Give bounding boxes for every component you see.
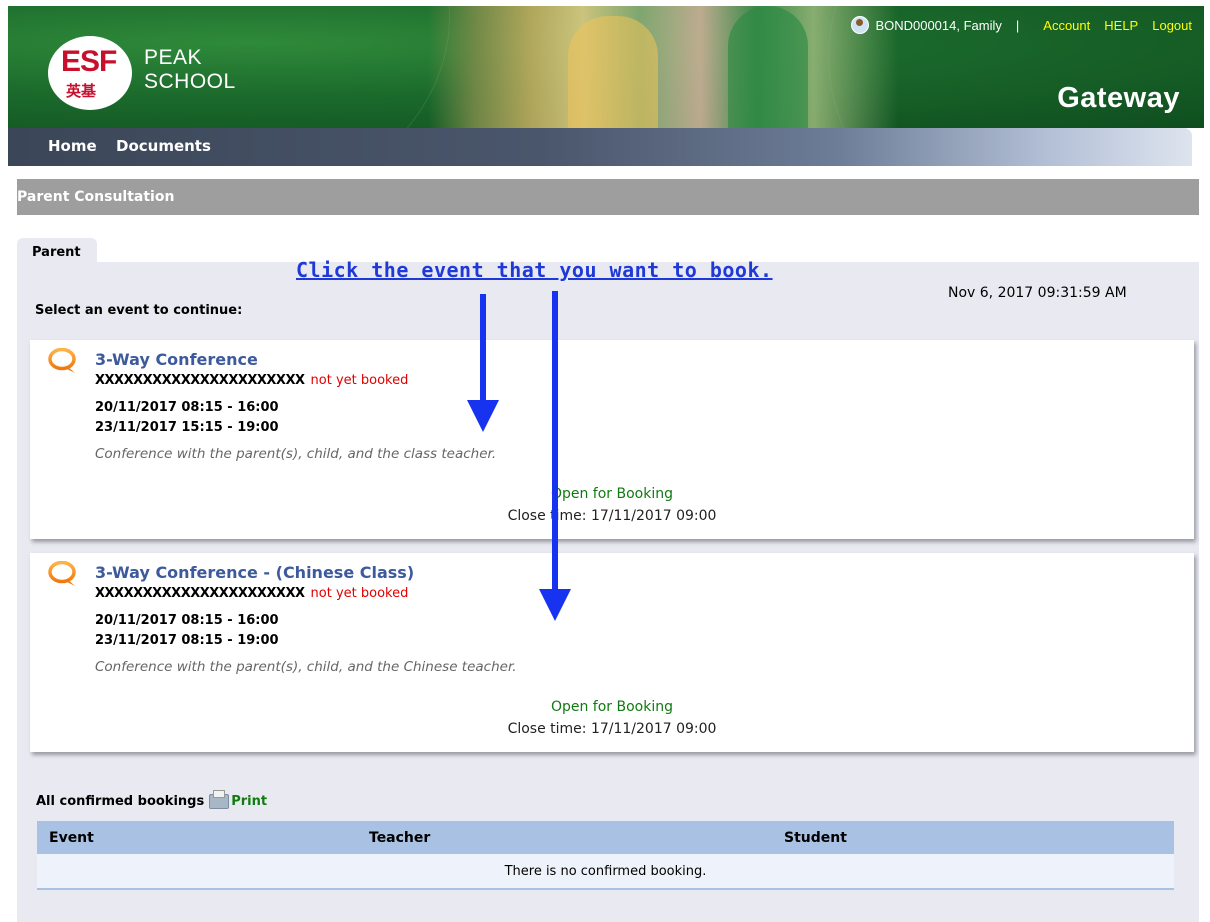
school-name-line2: SCHOOL [144,70,236,93]
header-banner: ESF 英基 PEAK SCHOOL BOND000014, Family | … [8,6,1204,128]
event-student-name: XXXXXXXXXXXXXXXXXXXXXX [95,586,305,601]
event-student: XXXXXXXXXXXXXXXXXXXXXX not yet booked [95,373,408,388]
event-date-1: 20/11/2017 08:15 - 16:00 [95,613,279,628]
column-event: Event [37,821,369,854]
event-date-1: 20/11/2017 08:15 - 16:00 [95,400,279,415]
confirmed-bookings-label: All confirmed bookings [36,794,205,809]
section-bar: Parent Consultation [17,179,1199,215]
banner-photo [428,6,898,128]
main-nav: Home Documents [8,128,1192,166]
logo-esf-text: ESF [61,45,117,78]
tab-parent-label: Parent [32,245,81,260]
down-arrow-annotation [467,400,499,432]
event-card-3-way-conference[interactable]: 3-Way Conference XXXXXXXXXXXXXXXXXXXXXX n… [30,340,1194,539]
event-close-time: Close time: 17/11/2017 09:00 [507,508,717,524]
event-title[interactable]: 3-Way Conference - (Chinese Class) [95,563,414,582]
tab-parent[interactable]: Parent [17,238,97,264]
down-arrow-annotation [539,589,571,621]
user-name: BOND000014, Family [875,17,1002,33]
school-name: PEAK SCHOOL [144,46,236,94]
logo-chinese-text: 英基 [66,82,97,100]
app-name: Gateway [1057,82,1180,114]
annotation-arrow-line-1 [480,294,486,402]
speech-bubble-icon [48,348,76,373]
bookings-table: Event Teacher Student There is no confir… [37,821,1174,890]
logout-link[interactable]: Logout [1152,18,1192,33]
nav-documents[interactable]: Documents [116,137,211,155]
user-bar: BOND000014, Family | Account HELP Logout [851,16,1192,34]
user-avatar-icon [851,16,870,34]
section-title: Parent Consultation [17,189,175,205]
event-date-2: 23/11/2017 15:15 - 19:00 [95,420,279,435]
help-link[interactable]: HELP [1104,18,1138,33]
column-student: Student [784,821,1174,854]
printer-icon[interactable] [209,790,230,809]
print-link[interactable]: Print [231,794,267,809]
event-booking-status: not yet booked [310,586,409,601]
bookings-table-header: Event Teacher Student [37,821,1174,854]
event-booking-status: not yet booked [310,373,409,388]
event-card-3-way-conference-chinese[interactable]: 3-Way Conference - (Chinese Class) XXXXX… [30,553,1194,752]
banner-photo-figure [728,6,808,128]
user-bar-separator: | [1015,17,1020,33]
account-link[interactable]: Account [1043,18,1090,33]
event-date-2: 23/11/2017 08:15 - 19:00 [95,633,279,648]
event-open-status: Open for Booking [550,486,674,502]
annotation-instruction: Click the event that you want to book. [296,258,773,282]
event-open-status: Open for Booking [550,699,674,715]
select-event-label: Select an event to continue: [35,303,243,318]
event-close-time: Close time: 17/11/2017 09:00 [507,721,717,737]
annotation-arrow-line-2 [552,291,558,591]
empty-bookings-message: There is no confirmed booking. [37,854,1174,890]
school-name-line1: PEAK [144,46,203,69]
nav-home[interactable]: Home [48,137,97,155]
event-description: Conference with the parent(s), child, an… [95,659,517,675]
event-title[interactable]: 3-Way Conference [95,350,258,369]
event-student: XXXXXXXXXXXXXXXXXXXXXX not yet booked [95,586,408,601]
event-description: Conference with the parent(s), child, an… [95,446,497,462]
esf-logo[interactable]: ESF 英基 [48,36,132,110]
table-row: There is no confirmed booking. [37,854,1174,890]
event-student-name: XXXXXXXXXXXXXXXXXXXXXX [95,373,305,388]
banner-photo-figure [568,16,658,128]
confirmed-bookings-header: All confirmed bookings Print [36,790,267,809]
column-teacher: Teacher [369,821,784,854]
current-datetime: Nov 6, 2017 09:31:59 AM [948,285,1127,301]
speech-bubble-icon [48,561,76,586]
